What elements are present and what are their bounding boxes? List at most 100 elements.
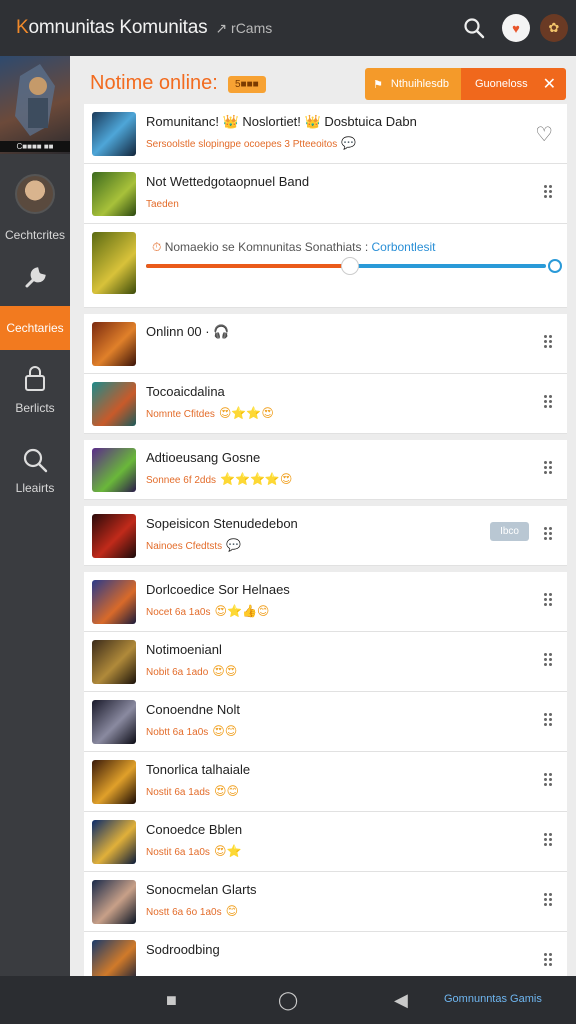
drag-handle-icon[interactable]: [543, 592, 553, 608]
sidebar-item-label: Cechtaries: [6, 321, 64, 335]
game-thumbnail: [92, 700, 136, 744]
status-badge: 5■■■: [228, 76, 266, 93]
sidebar-item-active[interactable]: Cechtaries: [0, 306, 70, 350]
app-title-rest: omnunitas Komunitas: [28, 17, 208, 38]
item-title: Conoendne Nolt: [146, 702, 240, 717]
rating-emoji: 😊: [225, 904, 239, 918]
sidebar-item-lock[interactable]: Berlicts: [0, 364, 70, 415]
slider-knob[interactable]: [341, 257, 359, 275]
item-title: Sonocmelan Glarts: [146, 882, 257, 897]
search-icon: [23, 448, 48, 473]
drag-handle-icon[interactable]: [543, 652, 553, 668]
app-title-initial: K: [16, 17, 29, 38]
drag-handle-icon[interactable]: [543, 184, 553, 200]
item-meta: Nomnte Cfitdes 😍⭐⭐😍: [146, 406, 274, 420]
timer-icon: ⏱: [152, 240, 165, 254]
item-title: Sodroodbing: [146, 942, 220, 957]
section-title: Notime online:: [90, 72, 218, 94]
item-meta-text: Nocet 6a 1a0s: [146, 607, 211, 618]
drag-handle-icon[interactable]: [543, 832, 553, 848]
item-meta-text: Nobtt 6a 1a0s: [146, 727, 209, 738]
list-item[interactable]: Conoedce Bblen Nostit 6a 1a0s 😍⭐: [84, 812, 567, 872]
close-icon[interactable]: ✕: [543, 74, 556, 94]
wrench-icon[interactable]: [0, 264, 70, 295]
drag-handle-icon[interactable]: [543, 394, 553, 410]
item-meta: [146, 964, 150, 976]
item-meta-text: Nostit 6a 1a0s: [146, 847, 210, 858]
community-games-link[interactable]: Gomnunntas Gamis: [444, 993, 542, 1005]
slider-end-handle[interactable]: [548, 259, 562, 273]
game-thumbnail: [92, 448, 136, 492]
item-meta: Nostt 6a 6o 1a0s 😊: [146, 904, 238, 918]
recent-apps-icon[interactable]: ■: [166, 990, 177, 1011]
list-item[interactable]: Tonorlica talhaiale Nostit 6a 1ads 😍😊: [84, 752, 567, 812]
rating-emoji: 😍😊: [213, 784, 239, 798]
list-item[interactable]: Sonocmelan Glarts Nostt 6a 6o 1a0s 😊: [84, 872, 567, 932]
sidebar-item-label: Cechtcrites: [4, 228, 66, 242]
close-filter-button[interactable]: Guoneloss ✕: [461, 68, 566, 100]
status-pill[interactable]: Ibco: [490, 522, 529, 541]
item-meta-text: Nainoes Cfedtsts: [146, 541, 223, 552]
app-subtitle: ↗ rCams: [215, 19, 273, 36]
drag-handle-icon[interactable]: [543, 526, 553, 542]
filter-button-label: Nthuihlesdb: [390, 78, 449, 90]
search-icon[interactable]: [460, 14, 488, 42]
item-meta-text: Sonnee 6f 2dds: [146, 475, 217, 486]
list-item[interactable]: Romunitanc! 👑 Noslortiet! 👑 Dosbtuica Da…: [84, 104, 567, 164]
list-item[interactable]: Onlinn 00 · 🎧: [84, 314, 567, 374]
avatar: [15, 174, 55, 214]
system-nav-bar: ■ ◯ ◀ Gomnunntas Gamis: [0, 976, 576, 1024]
slider-caption-link[interactable]: Corbontlesit: [371, 240, 435, 254]
item-title: Adtioeusang Gosne: [146, 450, 261, 465]
drag-handle-icon[interactable]: [543, 952, 553, 968]
home-icon[interactable]: ◯: [278, 990, 298, 1011]
rating-emoji: 😍⭐⭐😍: [218, 406, 274, 420]
sidebar: C■■■■ ■■ Cechtcrites Cechtaries Berlicts…: [0, 56, 70, 976]
item-meta-text: Taeden: [146, 199, 179, 210]
game-avatar-icon[interactable]: ✿: [540, 14, 568, 42]
back-icon[interactable]: ◀: [394, 990, 408, 1011]
list-item[interactable]: Tocoaicdalina Nomnte Cfitdes 😍⭐⭐😍: [84, 374, 567, 434]
featured-game-thumbnail[interactable]: C■■■■ ■■: [0, 56, 70, 154]
item-title: Not Wettedgotaopnuel Band: [146, 174, 310, 189]
item-meta: Nainoes Cfedtsts 💬: [146, 538, 241, 552]
rating-emoji: 💬: [226, 538, 242, 552]
drag-handle-icon[interactable]: [543, 460, 553, 476]
favorite-heart-icon[interactable]: ♡: [535, 122, 553, 147]
list-item[interactable]: Dorlcoedice Sor Helnaes Nocet 6a 1a0s 😍⭐👍…: [84, 572, 567, 632]
list-item[interactable]: Sodroodbing: [84, 932, 567, 976]
game-thumbnail: [92, 880, 136, 924]
rating-emoji: 😍⭐: [213, 844, 242, 858]
game-thumbnail: [92, 760, 136, 804]
item-title: Sopeisicon Stenudedebon: [146, 516, 298, 531]
list-item[interactable]: Notimoenianl Nobit 6a 1ado 😍😍: [84, 632, 567, 692]
slider-caption: ⏱ Nomaekio se Komnunitas Sonathiats : Co…: [152, 240, 436, 255]
drag-handle-icon[interactable]: [543, 334, 553, 350]
game-thumbnail: [92, 940, 136, 976]
drag-handle-icon[interactable]: [543, 712, 553, 728]
item-meta-text: Nostt 6a 6o 1a0s: [146, 907, 222, 918]
list-item[interactable]: Sopeisicon Stenudedebon Nainoes Cfedtsts…: [84, 506, 567, 566]
list-item[interactable]: Conoendne Nolt Nobtt 6a 1a0s 😍😊: [84, 692, 567, 752]
item-title: Dorlcoedice Sor Helnaes: [146, 582, 290, 597]
profile-avatar-icon[interactable]: ♥: [502, 14, 530, 42]
item-meta: Taeden: [146, 196, 183, 210]
item-meta-text: Nobit 6a 1ado: [146, 667, 209, 678]
list-item[interactable]: Adtioeusang Gosne Sonnee 6f 2dds ⭐⭐⭐⭐😍: [84, 440, 567, 500]
filter-button[interactable]: ⚑ Nthuihlesdb: [365, 68, 461, 100]
slider-caption-text: Nomaekio se Komnunitas Sonathiats :: [164, 240, 372, 254]
sidebar-item-profile[interactable]: Cechtcrites: [0, 174, 70, 242]
slider-track[interactable]: [146, 257, 562, 275]
sidebar-item-search[interactable]: Lleairts: [0, 446, 70, 495]
list-item[interactable]: Not Wettedgotaopnuel Band Taeden: [84, 164, 567, 224]
item-meta: [146, 346, 150, 360]
item-title: Notimoenianl: [146, 642, 222, 657]
slider-fill: [146, 264, 350, 268]
item-title: Onlinn 00 · 🎧: [146, 324, 230, 339]
game-thumbnail: [92, 232, 136, 294]
section-header: Notime online: 5■■■ ⚑ Nthuihlesdb Guonel…: [70, 56, 576, 106]
featured-game-caption: C■■■■ ■■: [0, 141, 70, 152]
app-title: Komnunitas Komunitas: [16, 17, 208, 39]
drag-handle-icon[interactable]: [543, 892, 553, 908]
drag-handle-icon[interactable]: [543, 772, 553, 788]
